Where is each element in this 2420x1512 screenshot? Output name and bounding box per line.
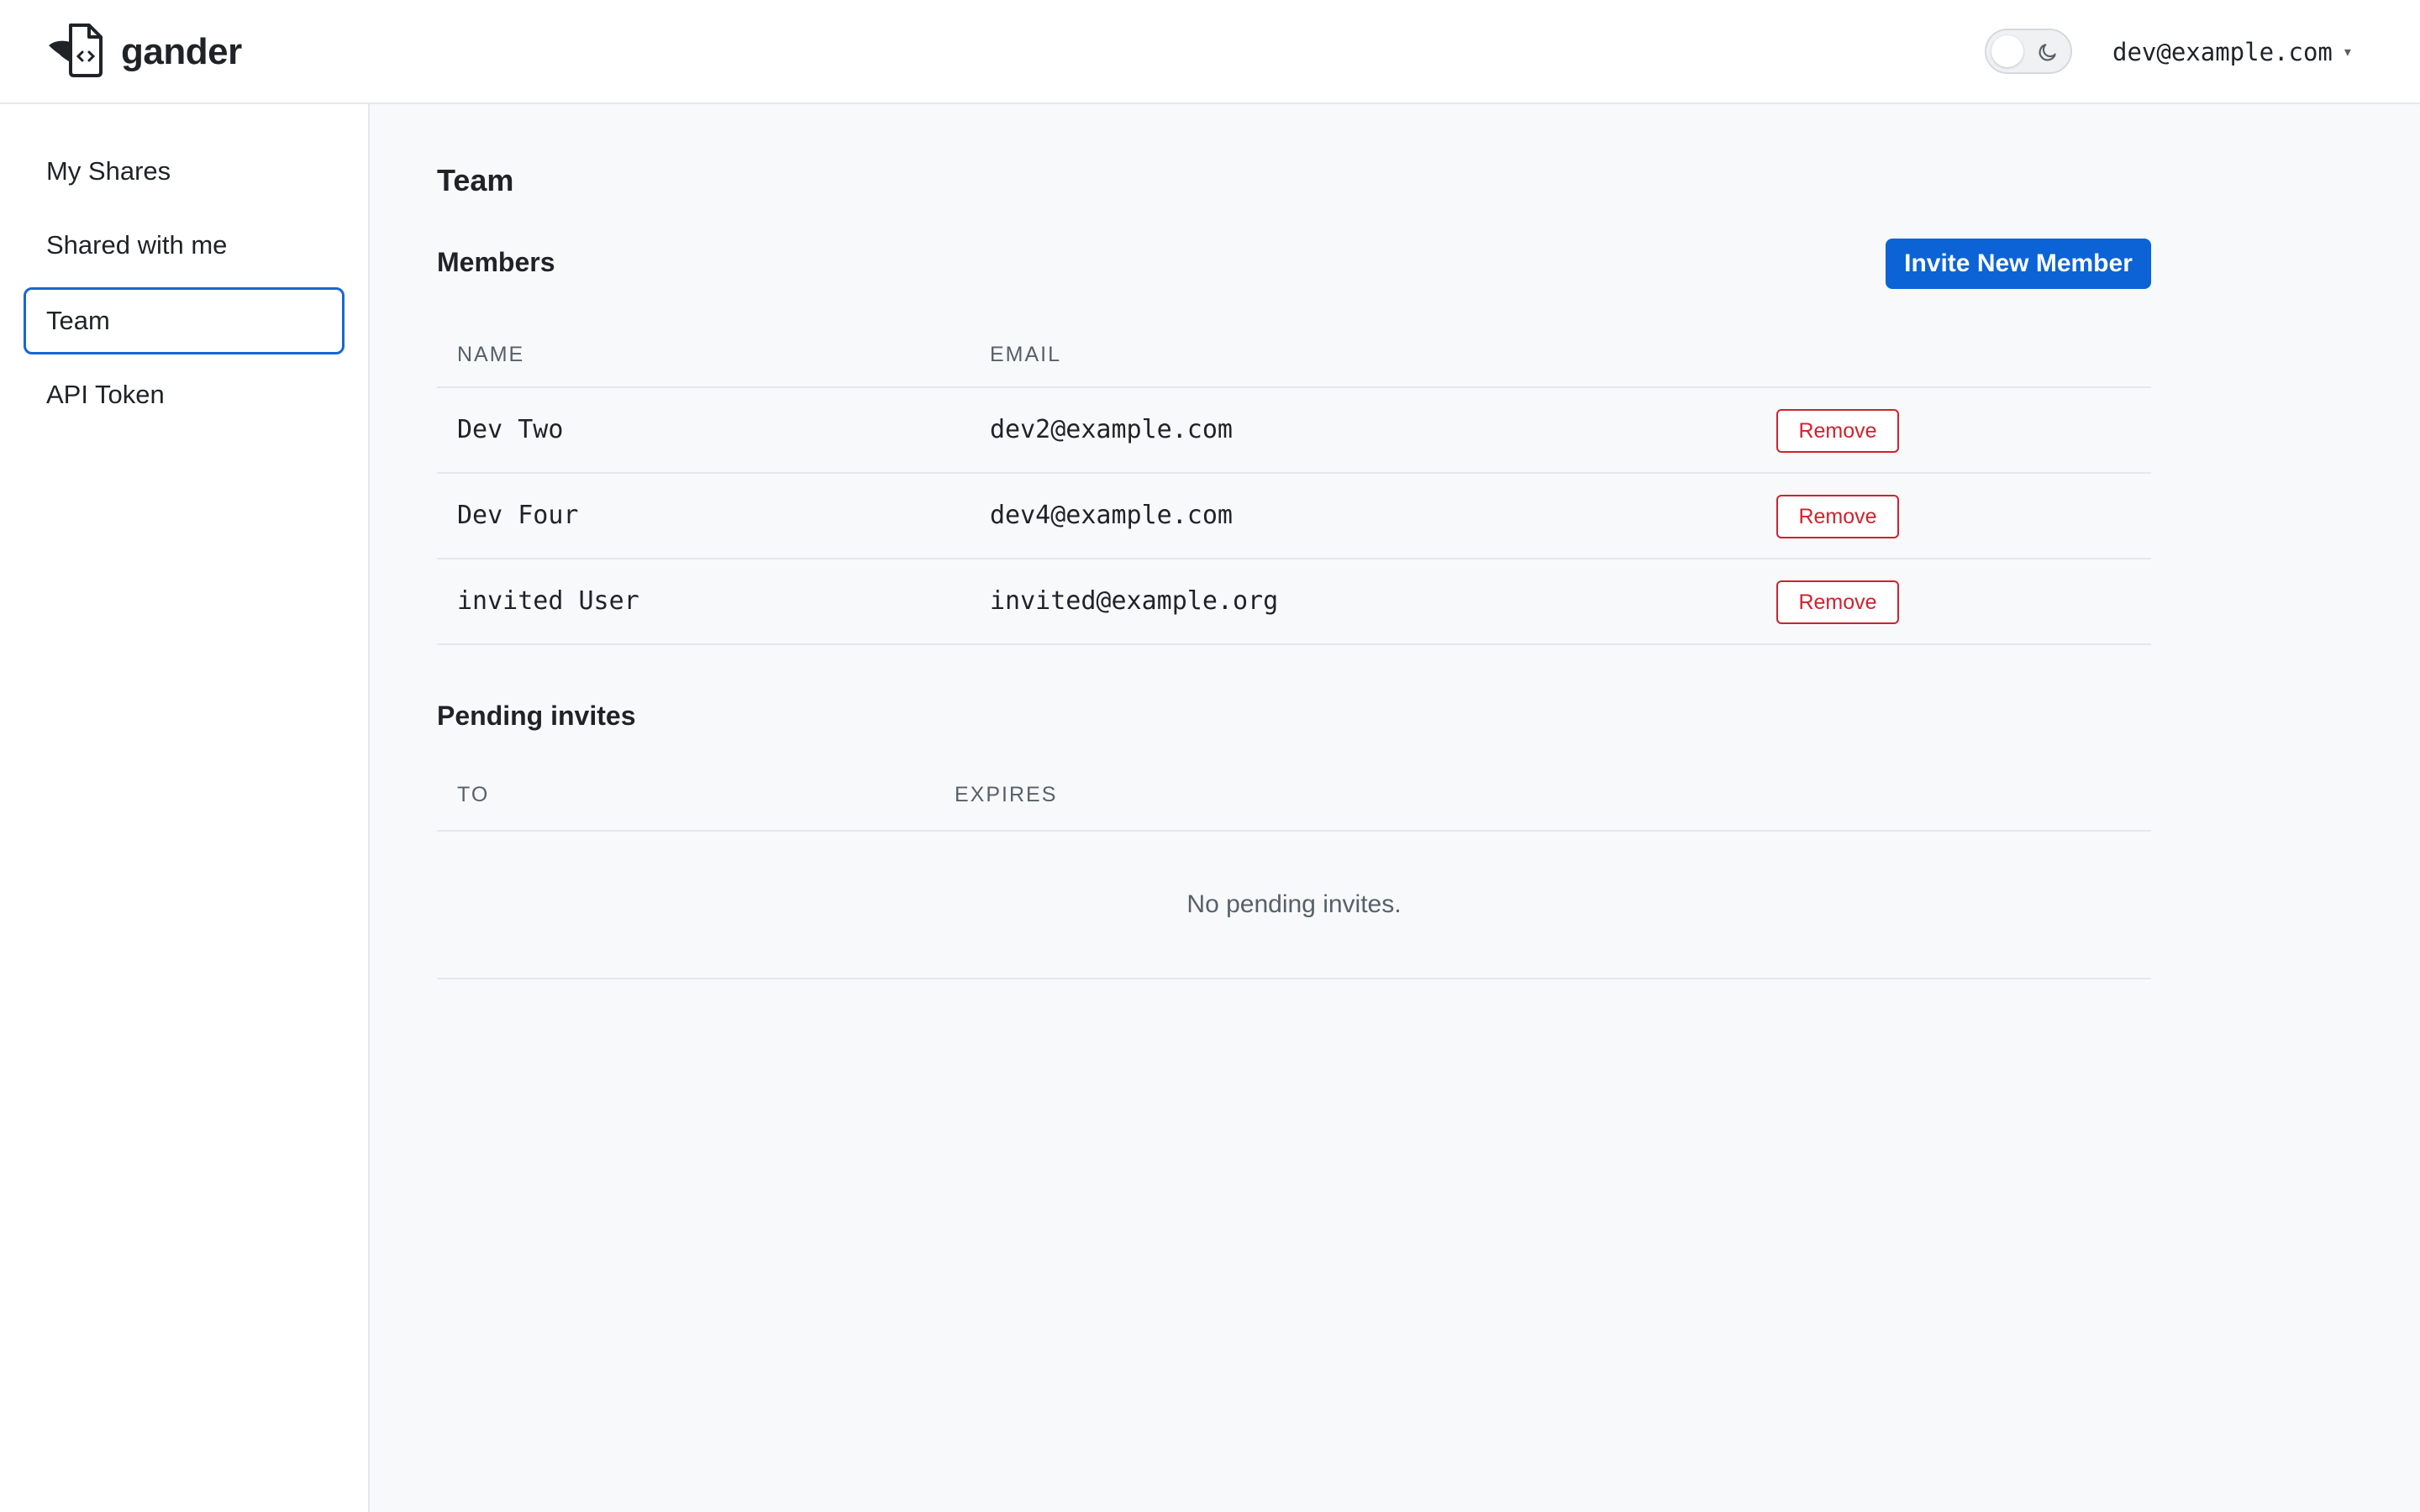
invite-new-member-button[interactable]: Invite New Member <box>1886 239 2151 289</box>
remove-member-button[interactable]: Remove <box>1776 495 1899 538</box>
theme-toggle[interactable] <box>1985 29 2072 74</box>
pending-invites-table: TO EXPIRES No pending invites. <box>437 758 2151 979</box>
sidebar-item-my-shares[interactable]: My Shares <box>24 138 345 205</box>
gander-file-logo-icon <box>45 20 109 85</box>
column-header-name: NAME <box>457 343 525 366</box>
pending-invites-section-title: Pending invites <box>437 701 636 731</box>
user-menu[interactable]: dev@example.com ▾ <box>2112 32 2351 72</box>
sidebar-item-shared-with-me[interactable]: Shared with me <box>24 212 345 279</box>
member-name: invited User <box>457 586 639 616</box>
remove-member-button[interactable]: Remove <box>1776 409 1899 453</box>
chevron-down-icon: ▾ <box>2344 45 2351 60</box>
member-name: Dev Four <box>457 501 579 530</box>
member-email: dev4@example.com <box>990 501 1233 530</box>
member-name: Dev Two <box>457 415 564 444</box>
members-section-title: Members <box>437 247 555 277</box>
sidebar-item-team[interactable]: Team <box>24 287 345 354</box>
moon-icon <box>2039 44 2056 61</box>
members-table-header: NAME EMAIL <box>437 319 2151 388</box>
column-header-email: EMAIL <box>990 343 1062 366</box>
empty-state-text: No pending invites. <box>1186 890 1402 918</box>
empty-state-row: No pending invites. <box>437 832 2151 979</box>
app-logo[interactable]: gander <box>45 22 242 82</box>
remove-member-button[interactable]: Remove <box>1776 580 1899 624</box>
sidebar-item-api-token[interactable]: API Token <box>24 361 345 428</box>
toggle-knob <box>1991 35 2023 67</box>
app-name: gander <box>121 31 242 72</box>
pending-table-header: TO EXPIRES <box>437 758 2151 832</box>
table-row: Dev Four dev4@example.com Remove <box>437 474 2151 559</box>
sidebar: My Shares Shared with me Team API Token <box>0 104 370 1512</box>
member-email: invited@example.org <box>990 586 1279 616</box>
user-email: dev@example.com <box>2112 38 2333 66</box>
column-header-to: TO <box>457 783 490 806</box>
page-title: Team <box>437 163 514 197</box>
top-bar: gander dev@example.com ▾ <box>0 0 2420 104</box>
table-row: invited User invited@example.org Remove <box>437 559 2151 645</box>
members-table: NAME EMAIL Dev Two dev2@example.com Remo… <box>437 319 2151 645</box>
member-email: dev2@example.com <box>990 415 1233 444</box>
column-header-expires: EXPIRES <box>955 783 1058 806</box>
table-row: Dev Two dev2@example.com Remove <box>437 388 2151 474</box>
